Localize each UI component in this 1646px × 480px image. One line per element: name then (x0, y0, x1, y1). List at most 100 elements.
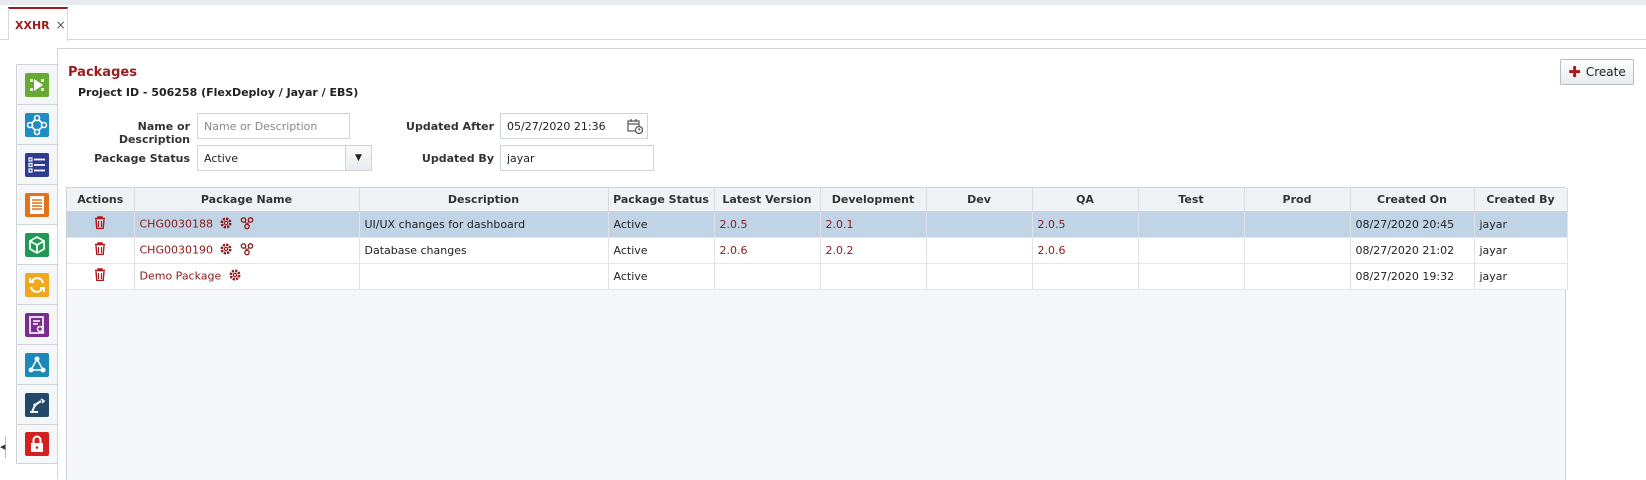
share-icon (25, 352, 49, 377)
col-prod[interactable]: Prod (1244, 188, 1351, 212)
description-cell (359, 263, 609, 290)
qa-cell (1032, 263, 1139, 290)
updated-after-label: Updated After (406, 120, 494, 133)
sidebar-item-network[interactable] (16, 104, 58, 144)
share-nodes-icon[interactable] (240, 242, 254, 259)
create-button[interactable]: ✚ Create (1560, 59, 1634, 85)
latest-version-cell[interactable]: 2.0.6 (714, 237, 821, 264)
left-edge (0, 40, 10, 479)
clipboard-icon (25, 312, 49, 337)
qa-cell[interactable]: 2.0.6 (1032, 237, 1139, 264)
calendar-clock-icon[interactable] (623, 114, 647, 138)
col-created-by[interactable]: Created By (1474, 188, 1568, 212)
created-by-cell: jayar (1474, 263, 1568, 290)
network-icon (25, 112, 49, 137)
tab-xxhr[interactable]: XXHR × (8, 7, 68, 41)
test-cell (1138, 263, 1245, 290)
development-cell[interactable]: 2.0.2 (820, 237, 927, 264)
prod-cell (1244, 237, 1351, 264)
lock-icon (25, 432, 49, 456)
name-description-input[interactable] (197, 113, 350, 139)
plus-icon: ✚ (1568, 62, 1581, 81)
col-description[interactable]: Description (359, 188, 609, 212)
table-row[interactable]: CHG0030188 UI/UX changes for dashboard A… (67, 211, 1568, 238)
created-by-cell: jayar (1474, 211, 1568, 238)
collapse-arrow-icon[interactable]: ◀ (0, 436, 6, 458)
development-cell (820, 263, 927, 290)
gear-icon[interactable] (219, 216, 233, 233)
created-by-cell: jayar (1474, 237, 1568, 264)
close-icon[interactable]: × (56, 18, 66, 32)
sidebar-item-robot[interactable] (16, 384, 58, 424)
name-filter-label: Name or Description (118, 120, 190, 146)
table-row[interactable]: CHG0030190 Database changes Active 2.0.6… (67, 237, 1568, 264)
play-icon (25, 72, 49, 97)
packages-table: Actions Package Name Description Package… (66, 187, 1568, 480)
col-package-status[interactable]: Package Status (608, 188, 715, 212)
col-development[interactable]: Development (820, 188, 927, 212)
top-tab-bar: XXHR × (0, 0, 1646, 41)
col-latest-version[interactable]: Latest Version (714, 188, 821, 212)
share-nodes-icon[interactable] (240, 216, 254, 233)
sidebar-item-sync[interactable] (16, 264, 58, 304)
tab-label: XXHR (15, 18, 50, 32)
col-test[interactable]: Test (1138, 188, 1245, 212)
document-icon (25, 192, 49, 217)
sidebar-item-share[interactable] (16, 344, 58, 384)
description-cell: UI/UX changes for dashboard (359, 211, 609, 238)
package-name-link[interactable]: Demo Package (140, 269, 222, 282)
sidebar-item-packages[interactable] (16, 224, 58, 264)
dev-cell (926, 263, 1033, 290)
package-status-select[interactable]: Active ▼ (197, 145, 372, 171)
created-on-cell: 08/27/2020 20:45 (1350, 211, 1475, 238)
sync-icon (25, 272, 49, 297)
description-cell: Database changes (359, 237, 609, 264)
qa-cell[interactable]: 2.0.5 (1032, 211, 1139, 238)
test-cell (1138, 237, 1245, 264)
col-qa[interactable]: QA (1032, 188, 1139, 212)
page-title: Packages (68, 65, 137, 80)
robot-arm-icon (25, 392, 49, 417)
updated-after-value: 05/27/2020 21:36 (507, 119, 606, 133)
col-actions[interactable]: Actions (67, 188, 135, 212)
project-subtitle: Project ID - 506258 (FlexDeploy / Jayar … (78, 86, 359, 99)
status-cell: Active (608, 263, 715, 290)
table-row[interactable]: Demo Package Active 08/27/2020 19:32 jay… (67, 263, 1568, 290)
sidebar-item-play[interactable] (16, 64, 58, 104)
sidebar-item-clipboard[interactable] (16, 304, 58, 344)
package-status-value: Active (204, 151, 239, 165)
updated-by-input[interactable] (500, 145, 654, 171)
packages-panel: Packages Project ID - 506258 (FlexDeploy… (57, 48, 1646, 480)
trash-icon[interactable] (94, 242, 106, 258)
trash-icon[interactable] (94, 216, 106, 232)
col-package-name[interactable]: Package Name (134, 188, 360, 212)
status-cell: Active (608, 237, 715, 264)
dev-cell (926, 211, 1033, 238)
sidebar-item-security[interactable] (16, 424, 58, 464)
sidebar-item-document[interactable] (16, 184, 58, 224)
package-name-link[interactable]: CHG0030188 (140, 217, 213, 230)
package-name-link[interactable]: CHG0030190 (140, 243, 213, 256)
chevron-down-icon[interactable]: ▼ (345, 146, 371, 170)
create-label: Create (1585, 65, 1626, 79)
updated-by-label: Updated By (421, 152, 494, 165)
checklist-icon (25, 152, 49, 177)
development-cell[interactable]: 2.0.1 (820, 211, 927, 238)
sidebar-item-checklist[interactable] (16, 144, 58, 184)
col-created-on[interactable]: Created On (1350, 188, 1475, 212)
col-dev[interactable]: Dev (926, 188, 1033, 212)
sidebar (16, 64, 58, 479)
updated-after-input[interactable]: 05/27/2020 21:36 (500, 113, 648, 139)
test-cell (1138, 211, 1245, 238)
prod-cell (1244, 263, 1351, 290)
latest-version-cell[interactable]: 2.0.5 (714, 211, 821, 238)
gear-icon[interactable] (219, 242, 233, 259)
dev-cell (926, 237, 1033, 264)
package-icon (25, 232, 49, 257)
latest-version-cell (714, 263, 821, 290)
trash-icon[interactable] (94, 268, 106, 284)
created-on-cell: 08/27/2020 21:02 (1350, 237, 1475, 264)
status-filter-label: Package Status (94, 152, 190, 165)
prod-cell (1244, 211, 1351, 238)
gear-icon[interactable] (228, 268, 242, 285)
